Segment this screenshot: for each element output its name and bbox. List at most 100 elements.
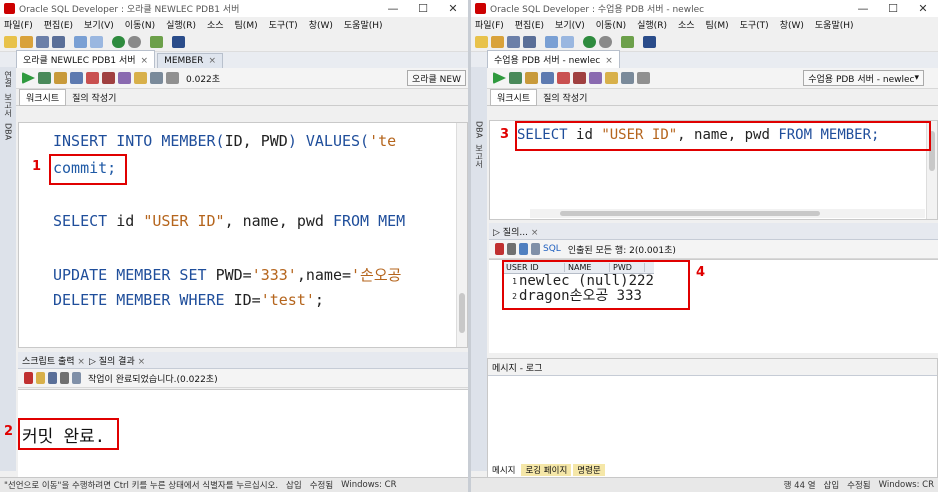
print-icon[interactable] — [507, 243, 516, 255]
menu-help[interactable]: 도움말(H) — [344, 18, 383, 31]
run-script-icon[interactable] — [509, 72, 522, 84]
save-icon[interactable] — [507, 35, 520, 48]
unshared-sql-icon[interactable] — [589, 72, 602, 84]
editor-horizontal-scrollbar[interactable] — [530, 209, 925, 218]
explain-plan-icon[interactable] — [541, 72, 554, 84]
binoculars-icon[interactable] — [643, 35, 656, 48]
eraser-icon[interactable] — [36, 372, 45, 384]
close-button[interactable]: ✕ — [438, 0, 468, 17]
menu-file[interactable]: 파일(F) — [4, 18, 33, 31]
undo-icon[interactable] — [545, 35, 558, 48]
pin-icon[interactable] — [24, 372, 33, 384]
menu-edit[interactable]: 편집(E) — [515, 18, 544, 31]
menu-window[interactable]: 창(W) — [309, 18, 333, 31]
tab-close-icon[interactable]: × — [138, 357, 146, 367]
migration-icon[interactable] — [621, 35, 634, 48]
new-file-icon[interactable] — [4, 35, 17, 48]
format-icon[interactable] — [134, 72, 147, 84]
side-tab-reports[interactable]: 보고서 — [474, 144, 485, 168]
undo-icon[interactable] — [74, 35, 87, 48]
side-tab-dba[interactable]: DBA — [475, 121, 484, 138]
forward-icon[interactable] — [599, 35, 612, 48]
minimize-button[interactable]: — — [378, 0, 408, 17]
menu-team[interactable]: 팀(M) — [235, 18, 258, 31]
save-icon[interactable] — [36, 35, 49, 48]
menu-help[interactable]: 도움말(H) — [815, 18, 854, 31]
menu-tools[interactable]: 도구(T) — [269, 18, 298, 31]
explain-plan-icon[interactable] — [70, 72, 83, 84]
unshared-sql-icon[interactable] — [118, 72, 131, 84]
tab-close-icon[interactable]: × — [208, 56, 216, 66]
save-icon[interactable] — [48, 372, 57, 384]
buffer-icon[interactable] — [72, 372, 81, 384]
tab-close-icon[interactable]: × — [141, 56, 149, 66]
tab-close-icon[interactable]: × — [531, 228, 539, 238]
minimize-button[interactable]: — — [848, 0, 878, 17]
export-icon[interactable] — [531, 243, 540, 255]
tab-statements[interactable]: 명령문 — [573, 464, 605, 476]
migration-icon[interactable] — [150, 35, 163, 48]
commit-icon[interactable] — [557, 72, 570, 84]
run-statement-icon[interactable] — [22, 72, 35, 84]
pin-icon[interactable] — [495, 243, 504, 255]
tab-logging-page[interactable]: 로깅 페이지 — [521, 464, 572, 476]
close-button[interactable]: ✕ — [908, 0, 938, 17]
tab-worksheet[interactable]: 워크시트 — [490, 88, 538, 106]
menu-view[interactable]: 보기(V) — [555, 18, 585, 31]
connection-selector[interactable]: 수업용 PDB 서버 - newlec ▾ — [803, 70, 924, 86]
tab-messages[interactable]: 메시지 — [488, 464, 520, 476]
tab-query-builder[interactable]: 질의 작성기 — [537, 90, 593, 105]
tab-script-output[interactable]: 스크립트 출력 × — [22, 354, 85, 367]
menu-navigate[interactable]: 이동(N) — [125, 18, 155, 31]
save-all-icon[interactable] — [52, 35, 65, 48]
menu-navigate[interactable]: 이동(N) — [596, 18, 626, 31]
menu-run[interactable]: 실행(R) — [166, 18, 196, 31]
side-tab-dba[interactable]: DBA — [4, 123, 13, 140]
autotrace-icon[interactable] — [54, 72, 67, 84]
maximize-button[interactable]: ☐ — [408, 0, 438, 17]
side-tab-connections[interactable]: 연결 — [3, 71, 14, 87]
tab-close-icon[interactable]: × — [77, 357, 85, 367]
tab-member-table[interactable]: MEMBER × — [157, 53, 223, 68]
menu-file[interactable]: 파일(F) — [475, 18, 504, 31]
back-icon[interactable] — [112, 35, 125, 48]
print-icon[interactable] — [60, 372, 69, 384]
menu-source[interactable]: 소스 — [207, 18, 224, 31]
run-statement-icon[interactable] — [493, 72, 506, 84]
rollback-icon[interactable] — [573, 72, 586, 84]
forward-icon[interactable] — [128, 35, 141, 48]
format-icon[interactable] — [605, 72, 618, 84]
tab-query-builder[interactable]: 질의 작성기 — [66, 90, 122, 105]
rollback-icon[interactable] — [102, 72, 115, 84]
menu-tools[interactable]: 도구(T) — [740, 18, 769, 31]
sql-tuning-icon[interactable] — [150, 72, 163, 84]
menu-edit[interactable]: 편집(E) — [44, 18, 73, 31]
tab-worksheet-connection[interactable]: 수업용 PDB 서버 - newlec × — [487, 50, 620, 68]
binoculars-icon[interactable] — [172, 35, 185, 48]
clear-icon[interactable] — [637, 72, 650, 84]
autotrace-icon[interactable] — [525, 72, 538, 84]
tab-close-icon[interactable]: × — [605, 56, 613, 66]
tab-query-result[interactable]: ▷ 질의 결과 × — [89, 354, 145, 367]
menu-window[interactable]: 창(W) — [780, 18, 804, 31]
sql-tuning-icon[interactable] — [621, 72, 634, 84]
open-folder-icon[interactable] — [20, 35, 33, 48]
save-all-icon[interactable] — [523, 35, 536, 48]
menu-view[interactable]: 보기(V) — [84, 18, 114, 31]
redo-icon[interactable] — [561, 35, 574, 48]
clear-icon[interactable] — [166, 72, 179, 84]
maximize-button[interactable]: ☐ — [878, 0, 908, 17]
tab-worksheet[interactable]: 워크시트 — [19, 88, 67, 106]
menu-source[interactable]: 소스 — [678, 18, 695, 31]
refresh-icon[interactable] — [519, 243, 528, 255]
sql-link[interactable]: SQL — [543, 244, 561, 254]
tab-worksheet-connection[interactable]: 오라클 NEWLEC PDB1 서버 × — [16, 50, 156, 68]
menu-team[interactable]: 팀(M) — [706, 18, 729, 31]
back-icon[interactable] — [583, 35, 596, 48]
side-tab-reports[interactable]: 보고서 — [3, 93, 14, 117]
editor-vertical-scrollbar[interactable] — [456, 123, 467, 347]
connection-selector[interactable]: 오라클 NEW — [406, 70, 466, 86]
menu-run[interactable]: 실행(R) — [637, 18, 667, 31]
commit-icon[interactable] — [86, 72, 99, 84]
open-folder-icon[interactable] — [491, 35, 504, 48]
